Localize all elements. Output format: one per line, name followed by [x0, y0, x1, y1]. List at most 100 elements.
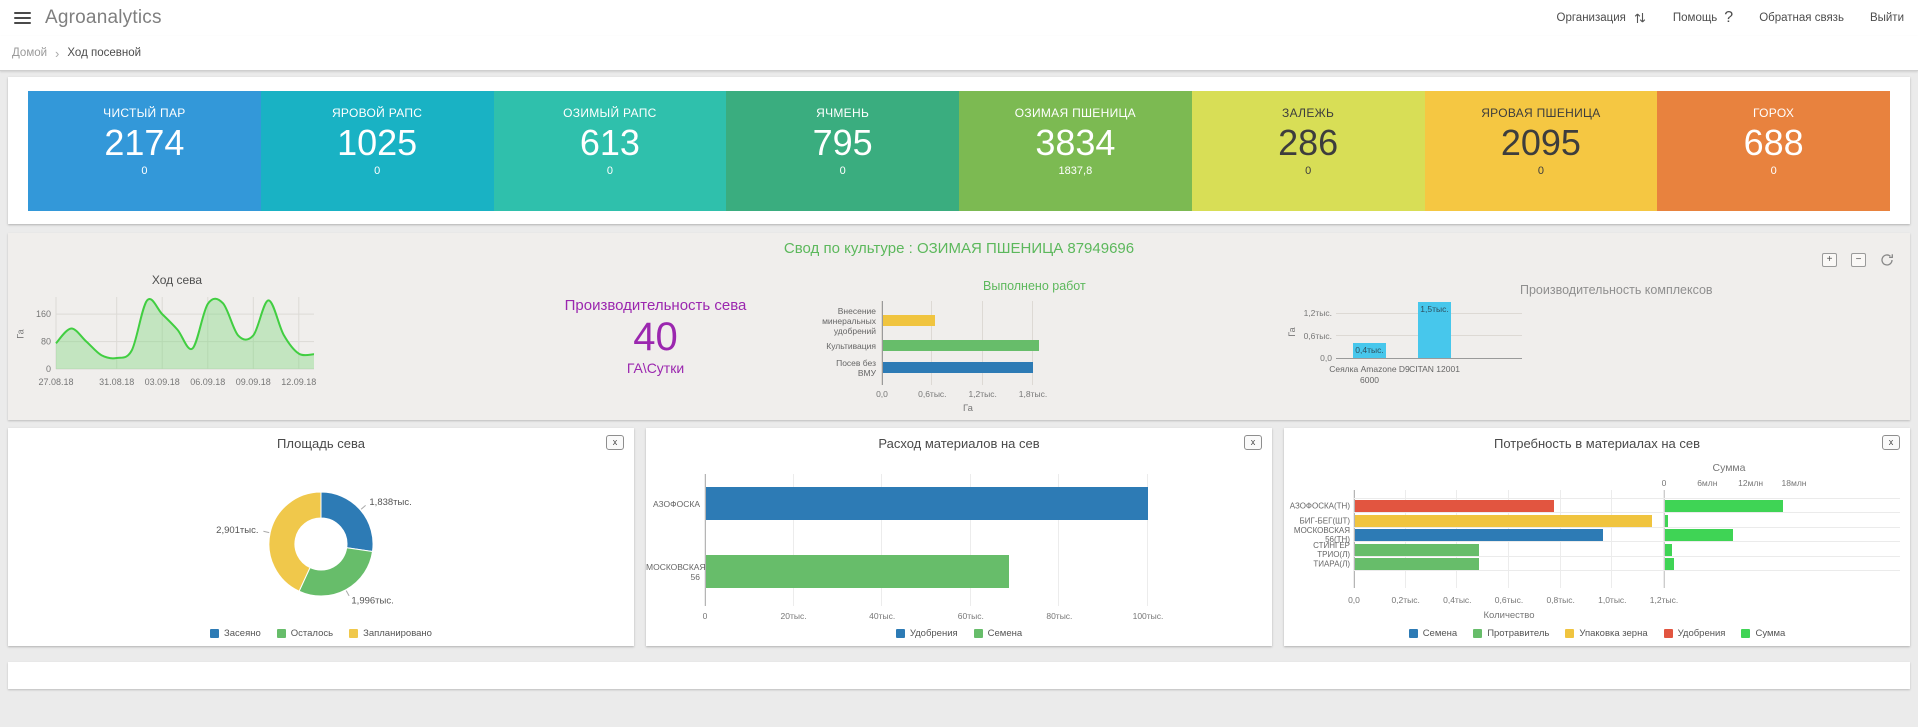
kpi-tile[interactable]: ЯЧМЕНЬ7950	[726, 91, 959, 211]
tile-sub: 0	[1657, 165, 1890, 177]
area-chart-title: Ход сева	[22, 273, 332, 287]
x-tick-label: 0	[677, 611, 733, 621]
swap-arrows-icon	[1633, 11, 1647, 25]
qty-bar	[1355, 558, 1479, 570]
y-tick-label: 160	[36, 309, 51, 319]
legend-item[interactable]: Засеяно	[210, 628, 261, 639]
sum-tick-label: 0	[1646, 478, 1682, 488]
zoom-in-button[interactable]: +	[1822, 253, 1837, 267]
legend-label: Осталось	[291, 628, 333, 639]
top-nav: Организация Помощь ? Обратная связь Выйт…	[1557, 9, 1904, 27]
card-sowing-area: Площадь сева x 1,838тыс.1,996тыс.2,901ты…	[8, 428, 634, 646]
x-tick-label: 31.08.18	[99, 377, 134, 387]
nav-help-label: Помощь	[1673, 12, 1717, 24]
legend-item[interactable]: Протравитель	[1473, 628, 1549, 639]
app-title: Agroanalytics	[45, 7, 162, 29]
tile-sub: 1837,8	[959, 165, 1192, 177]
tile-sub: 0	[726, 165, 959, 177]
x-tick-label: 03.09.18	[145, 377, 180, 387]
card-material-consumption: Расход материалов на сев x 020тыс.40тыс.…	[646, 428, 1272, 646]
row-separator	[1354, 570, 1900, 571]
legend-item[interactable]: Удобрения	[896, 628, 958, 639]
nav-logout[interactable]: Выйти	[1870, 12, 1904, 24]
x-tick-label: 0,4тыс.	[1431, 595, 1483, 605]
x-tick-label: 100тыс.	[1120, 611, 1176, 621]
x-tick-label: 0,6тыс.	[1483, 595, 1535, 605]
legend-label: Семена	[1423, 628, 1458, 639]
kpi-tile[interactable]: ОЗИМЫЙ РАПС6130	[494, 91, 727, 211]
menu-icon[interactable]	[14, 12, 31, 24]
tile-label: ГОРОХ	[1657, 106, 1890, 120]
tiles-row: ЧИСТЫЙ ПАР21740ЯРОВОЙ РАПС10250ОЗИМЫЙ РА…	[28, 91, 1890, 211]
category-label: Культивация	[820, 341, 876, 351]
category-label: МОСКОВСКАЯ 56	[646, 562, 700, 582]
kpi-tile[interactable]: ЯРОВОЙ РАПС10250	[261, 91, 494, 211]
sum-bar	[1665, 529, 1733, 541]
tile-label: ЯРОВОЙ РАПС	[261, 106, 494, 120]
tile-sub: 0	[1425, 165, 1658, 177]
legend-swatch	[277, 629, 286, 638]
label-tick	[361, 505, 366, 509]
qty-bar	[1355, 515, 1652, 527]
close-button[interactable]: x	[606, 435, 624, 450]
zoom-out-button[interactable]: −	[1851, 253, 1866, 267]
x-tick-label: 60тыс.	[943, 611, 999, 621]
legend-swatch	[1664, 629, 1673, 638]
legend-item[interactable]: Упаковка зерна	[1565, 628, 1647, 639]
legend-swatch	[1473, 629, 1482, 638]
empty-panel	[8, 662, 1910, 689]
card-material-need: Потребность в материалах на сев x Сумма …	[1284, 428, 1910, 646]
tile-value: 613	[494, 122, 727, 164]
legend-item[interactable]: Семена	[1409, 628, 1458, 639]
label-tick	[263, 531, 269, 532]
kpi-tile[interactable]: ЯРОВАЯ ПШЕНИЦА20950	[1425, 91, 1658, 211]
x-tick-label: 20тыс.	[766, 611, 822, 621]
legend-item[interactable]: Осталось	[277, 628, 333, 639]
tile-sub: 0	[28, 165, 261, 177]
legend-label: Протравитель	[1487, 628, 1549, 639]
legend-swatch	[1409, 629, 1418, 638]
bar	[883, 315, 935, 326]
sum-tick-label: 6млн	[1689, 478, 1725, 488]
nav-organization[interactable]: Организация	[1557, 11, 1647, 25]
nav-help[interactable]: Помощь ?	[1673, 9, 1733, 27]
category-label: Внесение минеральных удобрений	[820, 306, 876, 336]
tile-label: ЗАЛЕЖЬ	[1192, 106, 1425, 120]
breadcrumb: Домой › Ход посевной	[0, 36, 1918, 71]
legend-swatch	[210, 629, 219, 638]
legend-item[interactable]: Удобрения	[1664, 628, 1726, 639]
row-separator	[1354, 498, 1900, 499]
refresh-icon	[1880, 253, 1894, 267]
qty-axis-label: Количество	[1354, 610, 1664, 621]
kpi-tile[interactable]: ГОРОХ6880	[1657, 91, 1890, 211]
legend-item[interactable]: Сумма	[1741, 628, 1785, 639]
tile-value: 795	[726, 122, 959, 164]
x-tick-label: 12.09.18	[281, 377, 316, 387]
kpi-tile[interactable]: ОЗИМАЯ ПШЕНИЦА 38341837,8	[959, 91, 1192, 211]
bar-value-label: 0,4тыс.	[1347, 345, 1392, 355]
tile-value: 3834	[959, 122, 1192, 164]
x-axis-line	[1336, 358, 1522, 359]
tile-sub: 0	[1192, 165, 1425, 177]
kpi-tile[interactable]: ЗАЛЕЖЬ2860	[1192, 91, 1425, 211]
legend-label: Удобрения	[1678, 628, 1726, 639]
productivity-value: 40	[538, 314, 773, 360]
qty-bar	[1355, 544, 1479, 556]
productivity-title: Производительность сева	[538, 297, 773, 314]
chevron-right-icon: ›	[55, 46, 59, 61]
sum-bar	[1665, 558, 1674, 570]
legend-item[interactable]: Семена	[974, 628, 1023, 639]
legend-item[interactable]: Запланировано	[349, 628, 432, 639]
charts-row: Площадь сева x 1,838тыс.1,996тыс.2,901ты…	[8, 428, 1910, 646]
kpi-tile[interactable]: ЧИСТЫЙ ПАР21740	[28, 91, 261, 211]
gridline-v	[1611, 490, 1612, 588]
refresh-button[interactable]	[1880, 253, 1894, 267]
nav-feedback[interactable]: Обратная связь	[1759, 12, 1844, 24]
label-tick	[346, 591, 349, 596]
tile-label: ЯРОВАЯ ПШЕНИЦА	[1425, 106, 1658, 120]
breadcrumb-home[interactable]: Домой	[12, 47, 47, 59]
breadcrumb-current: Ход посевной	[67, 47, 141, 59]
tile-label: ОЗИМАЯ ПШЕНИЦА	[959, 106, 1192, 120]
category-label: БИГ-БЕГ(ШТ)	[1284, 516, 1350, 525]
x-tick-label: 09.09.18	[236, 377, 271, 387]
